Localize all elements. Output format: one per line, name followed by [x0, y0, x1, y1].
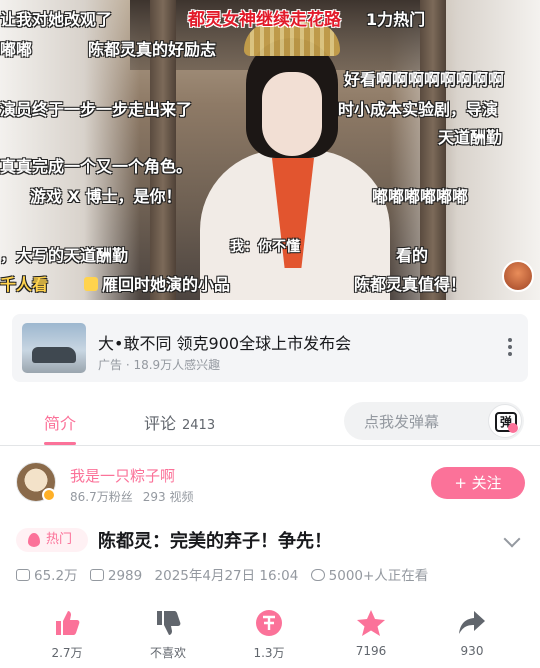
like-count: 2.7万 — [51, 646, 83, 660]
tab-active-indicator — [44, 442, 76, 445]
danmaku-text: 真真完成一个又一个角色。 — [0, 157, 193, 176]
share-button[interactable]: 930 — [437, 608, 507, 658]
chevron-down-icon[interactable] — [503, 530, 521, 548]
tab-bar: 简介 评论 2413 点我发弹幕 弹 — [0, 394, 540, 446]
danmaku-count: 2989 — [107, 568, 143, 584]
star-icon — [357, 610, 385, 636]
danmaku-text: 都灵女神继续走花路 — [188, 10, 341, 30]
more-options-icon[interactable] — [508, 338, 514, 359]
video-title: 陈都灵：完美的弃子！争先！ — [98, 531, 332, 552]
hot-badge[interactable]: 热门 — [16, 528, 88, 552]
hot-label: 热门 — [46, 532, 73, 547]
thumb-up-icon — [84, 277, 98, 291]
danmaku-toggle-button[interactable]: 弹 — [488, 404, 522, 438]
danmaku-count-icon — [89, 569, 104, 581]
view-count: 65.2万 — [34, 568, 78, 584]
tab-comments[interactable]: 评论 2413 — [144, 410, 215, 434]
video-count: 293 视频 — [142, 490, 194, 504]
favorite-button[interactable]: 7196 — [336, 608, 406, 658]
danmaku-text: 让我对她改观了 — [0, 10, 113, 29]
ad-card[interactable]: 大•敢不同 领克900全球上市发布会 广告 · 18.9万人感兴趣 — [12, 314, 528, 382]
tab-intro[interactable]: 简介 — [44, 410, 76, 434]
danmaku-text: 陈都灵真的好励志 — [88, 40, 217, 59]
video-figure — [262, 72, 322, 156]
dislike-label: 不喜欢 — [149, 646, 186, 660]
thumbs-down-icon — [157, 611, 181, 635]
share-count: 930 — [460, 644, 484, 658]
fans-count: 86.7万粉丝 — [70, 490, 133, 504]
coin-count: 1.3万 — [253, 646, 285, 660]
watching-count: 5000+人正在看 — [328, 568, 429, 584]
uploader-name[interactable]: 我是一只粽子啊 — [70, 465, 175, 486]
favorite-count: 7196 — [355, 644, 387, 658]
danmaku-text: 时小成本实验剧，导演 — [338, 100, 499, 119]
danmaku-check-icon — [508, 423, 518, 433]
mascot-avatar-icon[interactable] — [502, 260, 534, 292]
play-count-icon — [16, 569, 30, 581]
danmaku-input-placeholder: 点我发弹幕 — [364, 413, 440, 431]
video-meta: 65.2万 2989 2025年4月27日 16:04 5000+人正在看 — [16, 564, 428, 584]
danmaku-text: 1力热门 — [366, 10, 426, 29]
thumbs-up-icon — [56, 611, 80, 635]
publish-date: 2025年4月27日 16:04 — [154, 568, 299, 584]
dislike-button[interactable]: 不喜欢 — [133, 608, 203, 661]
danmaku-text: 天道酬勤 — [438, 128, 503, 147]
share-icon — [459, 611, 485, 634]
danmaku-text: 演员终于一步一步走出来了 — [0, 100, 193, 119]
danmaku-input[interactable]: 点我发弹幕 弹 — [344, 402, 524, 440]
uploader-stats: 86.7万粉丝 293 视频 — [70, 488, 203, 505]
danmaku-text: 雁回时她演的小品 — [84, 271, 230, 295]
danmaku-text: 千人看 — [0, 275, 49, 294]
car-image — [32, 347, 76, 363]
danmaku-text: 雁回时她演的小品 — [102, 275, 231, 294]
ad-title: 大•敢不同 领克900全球上市发布会 — [98, 334, 352, 353]
danmaku-text: 嘟嘟 — [0, 40, 33, 59]
danmaku-text: 好看啊啊啊啊啊啊啊啊 — [344, 70, 505, 89]
comment-count: 2413 — [182, 418, 216, 433]
danmaku-text: 陈都灵真值得！ — [354, 275, 467, 294]
like-button[interactable]: 2.7万 — [32, 608, 102, 661]
danmaku-text: ，大写的天道酬勤 — [0, 246, 129, 265]
ad-thumbnail — [22, 323, 86, 373]
follow-button[interactable]: + 关注 — [431, 467, 525, 499]
coin-icon — [256, 610, 282, 636]
flame-icon — [28, 533, 40, 547]
tab-comments-label: 评论 — [144, 414, 177, 433]
video-player[interactable]: 让我对她改观了 都灵女神继续走花路 1力热门 嘟嘟 陈都灵真的好励志 好看啊啊啊… — [0, 0, 540, 300]
viewers-icon — [310, 569, 325, 581]
ad-subtitle: 广告 · 18.9万人感兴趣 — [98, 358, 221, 372]
danmaku-text: 我：你不懂 — [230, 239, 300, 255]
verified-badge-icon — [42, 488, 56, 502]
danmaku-text: 游戏 X 博士，是你！ — [30, 187, 182, 206]
coin-button[interactable]: 1.3万 — [234, 608, 304, 661]
danmaku-text: 嘟嘟嘟嘟嘟嘟 — [372, 187, 469, 206]
danmaku-text: 看的 — [396, 246, 429, 265]
